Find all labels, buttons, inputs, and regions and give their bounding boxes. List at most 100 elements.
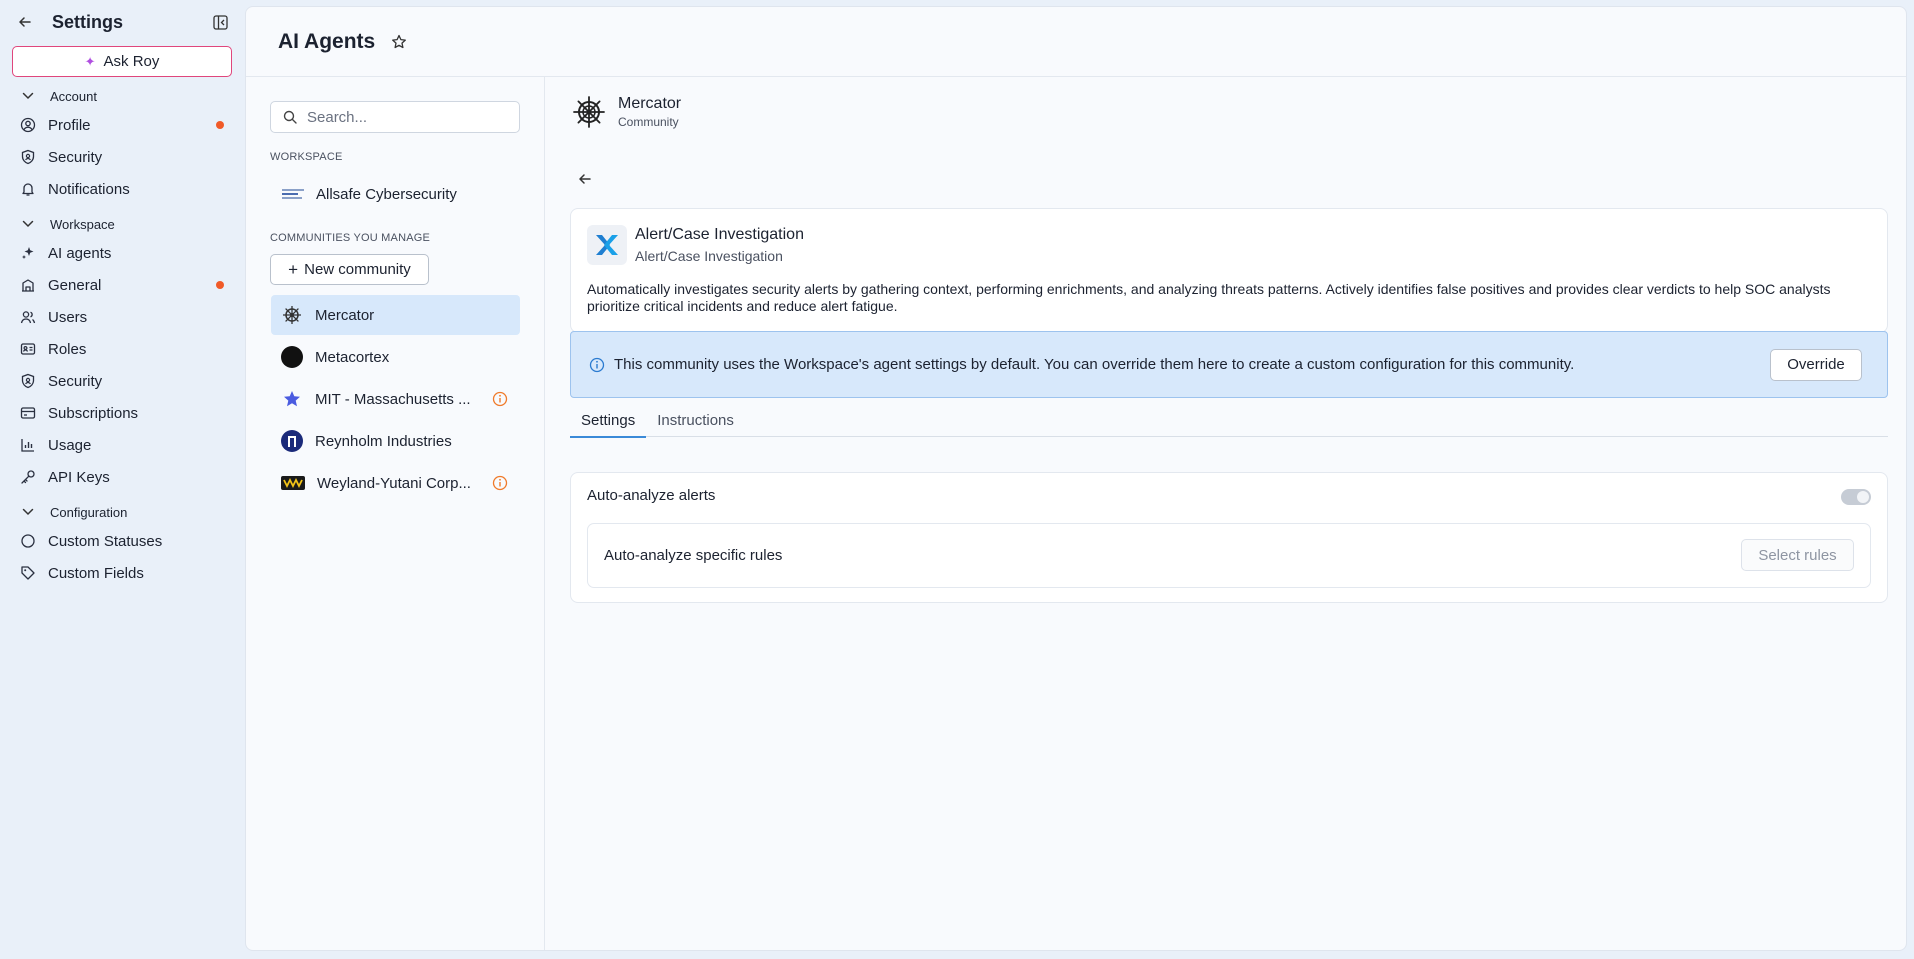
specific-rules-label: Auto-analyze specific rules: [604, 547, 783, 564]
sidebar-item-api-keys[interactable]: API Keys: [12, 461, 232, 493]
sidebar-item-label: Custom Fields: [48, 564, 144, 582]
communities-group-label: COMMUNITIES YOU MANAGE: [270, 232, 431, 244]
weyland-yutani-logo: [281, 476, 305, 490]
star-icon[interactable]: [391, 34, 407, 50]
specific-rules-card: Auto-analyze specific rules Select rules: [587, 523, 1871, 588]
sidebar-item-roles[interactable]: Roles: [12, 333, 232, 365]
sidebar-item-subscriptions[interactable]: Subscriptions: [12, 397, 232, 429]
tag-icon: [20, 565, 36, 581]
info-warning-icon[interactable]: [492, 475, 508, 491]
agent-title: Alert/Case Investigation: [635, 226, 804, 243]
sidebar-item-label: Roles: [48, 340, 87, 358]
key-icon: [20, 469, 36, 485]
banner-text: This community uses the Workspace's agen…: [614, 356, 1575, 373]
reynholm-logo: [281, 430, 303, 452]
sidebar-item-profile[interactable]: Profile: [12, 109, 232, 141]
sidebar-item-usage[interactable]: Usage: [12, 429, 232, 461]
sidebar-item-label: Custom Statuses: [48, 532, 163, 550]
section-workspace-toggle[interactable]: Workspace: [12, 211, 232, 237]
community-item-mit[interactable]: MIT - Massachusetts ...: [271, 379, 520, 419]
ship-wheel-icon: [281, 304, 303, 326]
section-label: Account: [50, 88, 97, 104]
section-configuration-toggle[interactable]: Configuration: [12, 499, 232, 525]
id-card-icon: [20, 341, 36, 357]
sparkles-icon: [20, 245, 36, 261]
main-panel: AI Agents WORKSPACE Allsafe Cybersecurit…: [245, 6, 1907, 951]
agent-detail-panel: Mercator Community Alert/Case Investigat…: [546, 77, 1906, 950]
community-name: Reynholm Industries: [315, 432, 452, 450]
search-input[interactable]: [307, 108, 507, 126]
tab-instructions[interactable]: Instructions: [646, 403, 745, 437]
workspace-item[interactable]: Allsafe Cybersecurity: [270, 178, 520, 210]
workspace-logo: [282, 188, 306, 200]
ask-roy-label: Ask Roy: [103, 53, 160, 70]
community-name: Weyland-Yutani Corp...: [317, 474, 471, 492]
shield-icon: [20, 373, 36, 389]
sidebar-item-label: Subscriptions: [48, 404, 139, 422]
user-circle-icon: [20, 117, 36, 133]
sidebar-item-workspace-security[interactable]: Security: [12, 365, 232, 397]
sidebar-item-general[interactable]: General: [12, 269, 232, 301]
sidebar-header: Settings: [12, 0, 232, 44]
ship-wheel-icon: [572, 95, 606, 129]
plus-icon: +: [288, 259, 299, 279]
building-icon: [20, 277, 36, 293]
back-arrow-icon[interactable]: [14, 11, 36, 33]
sidebar-item-users[interactable]: Users: [12, 301, 232, 333]
chevron-down-icon: [22, 92, 36, 100]
settings-card: Auto-analyze alerts Auto-analyze specifi…: [570, 472, 1888, 603]
community-header: Mercator Community: [572, 95, 681, 129]
back-arrow-icon[interactable]: [578, 172, 592, 186]
new-community-button[interactable]: + New community: [270, 254, 429, 285]
section-label: Configuration: [50, 504, 128, 520]
sidebar-item-ai-agents[interactable]: AI agents: [12, 237, 232, 269]
sidebar-item-label: Notifications: [48, 180, 130, 198]
community-item-mercator[interactable]: Mercator: [271, 295, 520, 335]
sidebar-item-label: API Keys: [48, 468, 110, 486]
sidebar-item-label: Users: [48, 308, 88, 326]
sidebar-item-label: Profile: [48, 116, 91, 134]
bell-icon: [20, 181, 36, 197]
section-account-toggle[interactable]: Account: [12, 83, 232, 109]
chevron-down-icon: [22, 508, 36, 516]
select-rules-button[interactable]: Select rules: [1741, 539, 1854, 571]
sidebar-item-notifications[interactable]: Notifications: [12, 173, 232, 205]
sidebar-item-label: General: [48, 276, 102, 294]
communities-panel: WORKSPACE Allsafe Cybersecurity COMMUNIT…: [246, 77, 545, 950]
sidebar-item-custom-fields[interactable]: Custom Fields: [12, 557, 232, 589]
sidebar-item-account-security[interactable]: Security: [12, 141, 232, 173]
page-header: AI Agents: [246, 7, 1906, 77]
sidebar-item-label: Security: [48, 372, 103, 390]
community-item-metacortex[interactable]: Metacortex: [271, 337, 520, 377]
auto-analyze-toggle[interactable]: [1841, 489, 1871, 505]
search-box[interactable]: [270, 101, 520, 133]
section-label: Workspace: [50, 216, 115, 232]
community-item-reynholm[interactable]: Reynholm Industries: [271, 421, 520, 461]
users-icon: [20, 309, 36, 325]
community-item-weyland-yutani[interactable]: Weyland-Yutani Corp...: [271, 463, 520, 503]
sparkle-icon: ✦: [84, 53, 96, 69]
workspace-name: Allsafe Cybersecurity: [316, 185, 457, 203]
collapse-sidebar-icon[interactable]: [210, 12, 230, 32]
ask-roy-button[interactable]: ✦ Ask Roy: [12, 46, 232, 77]
workspace-group-label: WORKSPACE: [270, 151, 343, 163]
sidebar-item-label: AI agents: [48, 244, 112, 262]
override-button[interactable]: Override: [1770, 348, 1862, 381]
sidebar-item-label: Security: [48, 148, 103, 166]
sidebar-title: Settings: [52, 11, 124, 32]
star-logo-icon: [281, 388, 303, 410]
info-icon: [589, 357, 605, 373]
agent-card: Alert/Case Investigation Alert/Case Inve…: [570, 208, 1888, 333]
sidebar-item-custom-statuses[interactable]: Custom Statuses: [12, 525, 232, 557]
info-warning-icon[interactable]: [492, 391, 508, 407]
search-icon: [283, 110, 297, 124]
community-title: Mercator: [618, 95, 682, 112]
agent-tabs: Settings Instructions: [570, 403, 1888, 438]
chevron-down-icon: [22, 220, 36, 228]
bar-chart-icon: [20, 437, 36, 453]
tab-settings[interactable]: Settings: [570, 403, 647, 438]
community-name: Metacortex: [315, 348, 390, 366]
page-title: AI Agents: [278, 29, 376, 53]
agent-logo-icon: [587, 225, 627, 265]
notification-dot: [216, 281, 224, 289]
